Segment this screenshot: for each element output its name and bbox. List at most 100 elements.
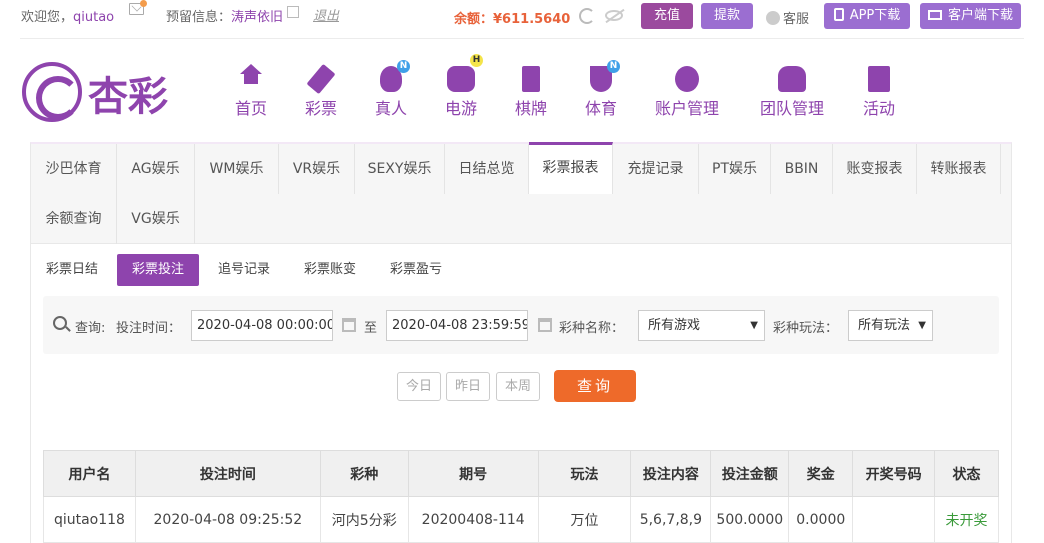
col-status: 状态 bbox=[934, 450, 999, 497]
username: qiutao bbox=[73, 10, 115, 25]
nav-label: 彩票 bbox=[304, 99, 337, 118]
nav-account[interactable]: 账户管理 bbox=[652, 66, 722, 119]
nav-sports[interactable]: N 体育 bbox=[582, 60, 620, 119]
chevron-down-icon: ▼ bbox=[750, 320, 758, 331]
nav-label: 账户管理 bbox=[654, 99, 719, 118]
nav-label: 体育 bbox=[584, 99, 617, 118]
gift-icon bbox=[868, 66, 890, 92]
cell-prize: 0.0000 bbox=[788, 496, 854, 543]
nav-label: 团队管理 bbox=[759, 99, 824, 118]
ticket-icon bbox=[306, 63, 336, 95]
gamepad-icon: H bbox=[447, 54, 483, 92]
tab-transfer-report[interactable]: 转账报表 bbox=[917, 144, 1001, 194]
lottery-select[interactable]: 所有游戏 ▼ bbox=[638, 310, 765, 341]
yesterday-button[interactable]: 昨日 bbox=[446, 372, 490, 401]
cell-amount: 500.0000 bbox=[710, 496, 790, 543]
tab-daily-overview[interactable]: 日结总览 bbox=[445, 144, 529, 194]
tab-bbin[interactable]: BBIN bbox=[771, 144, 833, 194]
report-tabs: 沙巴体育 AG娱乐 WM娱乐 VR娱乐 SEXY娱乐 日结总览 彩票报表 充提记… bbox=[30, 142, 1012, 244]
tab-ag[interactable]: AG娱乐 bbox=[117, 144, 195, 194]
to-label: 至 bbox=[364, 321, 378, 336]
subtab-lottery-changes[interactable]: 彩票账变 bbox=[304, 254, 356, 286]
search-icon bbox=[53, 316, 67, 330]
nav-label: 棋牌 bbox=[514, 99, 547, 118]
nav-team[interactable]: 团队管理 bbox=[757, 66, 827, 119]
top-bar: 欢迎您，qiutao 预留信息：涛声依旧 退出 余额：¥611.5640 充值 … bbox=[0, 0, 1044, 36]
reserve-info: 预留信息：涛声依旧 bbox=[166, 6, 283, 25]
subtab-lottery-bets[interactable]: 彩票投注 bbox=[117, 254, 200, 286]
calendar-icon[interactable] bbox=[342, 318, 356, 332]
coin-icon bbox=[675, 66, 699, 92]
search-button[interactable]: 查询 bbox=[554, 370, 636, 402]
subtab-lottery-daily[interactable]: 彩票日结 bbox=[46, 254, 98, 286]
calendar-icon[interactable] bbox=[538, 318, 552, 332]
nav-home[interactable]: 首页 bbox=[232, 66, 270, 119]
nav-activity[interactable]: 活动 bbox=[860, 66, 898, 119]
service-avatar-icon bbox=[766, 11, 780, 25]
service-label: 客服 bbox=[783, 12, 810, 27]
cell-bet-time: 2020-04-08 09:25:52 bbox=[134, 496, 321, 543]
app-download-label: APP下载 bbox=[849, 8, 901, 23]
bets-table: 用户名 投注时间 彩种 期号 玩法 投注内容 投注金额 奖金 开奖号码 状态 q… bbox=[43, 450, 999, 543]
welcome-label: 欢迎您， bbox=[21, 10, 74, 25]
nav-egames[interactable]: H 电游 bbox=[442, 54, 483, 119]
top-divider bbox=[20, 38, 1024, 39]
col-amount: 投注金额 bbox=[710, 450, 790, 497]
mail-icon[interactable] bbox=[129, 0, 147, 15]
col-content: 投注内容 bbox=[630, 450, 712, 497]
tab-wm[interactable]: WM娱乐 bbox=[195, 144, 279, 194]
reserve-value: 涛声依旧 bbox=[231, 10, 284, 25]
tab-balance-query[interactable]: 余额查询 bbox=[31, 194, 117, 244]
hide-balance-icon[interactable] bbox=[605, 10, 623, 21]
cell-status: 未开奖 bbox=[934, 496, 999, 543]
col-draw-number: 开奖号码 bbox=[852, 450, 935, 497]
table-row[interactable]: qiutao118 2020-04-08 09:25:52 河内5分彩 2020… bbox=[43, 496, 999, 543]
nav-live[interactable]: N 真人 bbox=[372, 60, 410, 119]
deposit-button[interactable]: 充值 bbox=[641, 3, 693, 29]
logo-text: 杏彩 bbox=[88, 73, 168, 120]
play-select[interactable]: 所有玩法 ▼ bbox=[848, 310, 933, 341]
tab-vr[interactable]: VR娱乐 bbox=[279, 144, 355, 194]
query-label: 查询: bbox=[75, 321, 106, 336]
withdraw-button[interactable]: 提款 bbox=[701, 3, 753, 29]
tab-vg[interactable]: VG娱乐 bbox=[117, 194, 195, 244]
today-button[interactable]: 今日 bbox=[397, 372, 441, 401]
col-prize: 奖金 bbox=[788, 450, 854, 497]
nav-label: 电游 bbox=[444, 99, 477, 118]
cell-username: qiutao118 bbox=[43, 496, 136, 543]
logout-link[interactable]: 退出 bbox=[313, 5, 339, 24]
play-method-label: 彩种玩法： bbox=[773, 321, 839, 336]
nav-label: 活动 bbox=[862, 99, 895, 118]
pc-download-button[interactable]: 客户端下载 bbox=[920, 3, 1021, 29]
subtab-chase-records[interactable]: 追号记录 bbox=[218, 254, 270, 286]
nav-lottery[interactable]: 彩票 bbox=[302, 63, 340, 119]
balance-label: 余额： bbox=[454, 12, 494, 27]
customer-service-link[interactable]: 客服 bbox=[766, 8, 809, 27]
app-download-button[interactable]: APP下载 bbox=[824, 3, 910, 29]
tab-saba-sports[interactable]: 沙巴体育 bbox=[31, 144, 117, 194]
nav-chess[interactable]: 棋牌 bbox=[512, 66, 550, 119]
new-badge: N bbox=[397, 60, 410, 73]
balance: 余额：¥611.5640 bbox=[454, 8, 570, 27]
this-week-button[interactable]: 本周 bbox=[496, 372, 540, 401]
mail-unread-dot bbox=[140, 0, 147, 7]
pc-download-label: 客户端下载 bbox=[947, 8, 1013, 23]
refresh-icon[interactable] bbox=[579, 8, 595, 24]
cards-icon bbox=[522, 66, 540, 92]
tab-sexy[interactable]: SEXY娱乐 bbox=[355, 144, 445, 194]
edit-icon[interactable] bbox=[287, 6, 299, 18]
chevron-down-icon: ▼ bbox=[918, 320, 926, 331]
trophy-icon: N bbox=[590, 60, 620, 92]
tab-pt[interactable]: PT娱乐 bbox=[699, 144, 771, 194]
balance-value: ¥611.5640 bbox=[493, 12, 571, 27]
tab-account-change[interactable]: 账变报表 bbox=[833, 144, 917, 194]
subtab-lottery-profit[interactable]: 彩票盈亏 bbox=[390, 254, 442, 286]
phone-icon bbox=[833, 8, 844, 21]
bet-time-label: 投注时间： bbox=[116, 321, 182, 336]
tab-lottery-report[interactable]: 彩票报表 bbox=[529, 142, 613, 194]
tab-deposit-withdraw[interactable]: 充提记录 bbox=[613, 144, 699, 194]
start-time-input[interactable]: 2020-04-08 00:00:00 bbox=[191, 310, 333, 341]
col-issue: 期号 bbox=[407, 450, 539, 497]
monitor-icon bbox=[927, 10, 942, 20]
end-time-input[interactable]: 2020-04-08 23:59:59 bbox=[386, 310, 528, 341]
